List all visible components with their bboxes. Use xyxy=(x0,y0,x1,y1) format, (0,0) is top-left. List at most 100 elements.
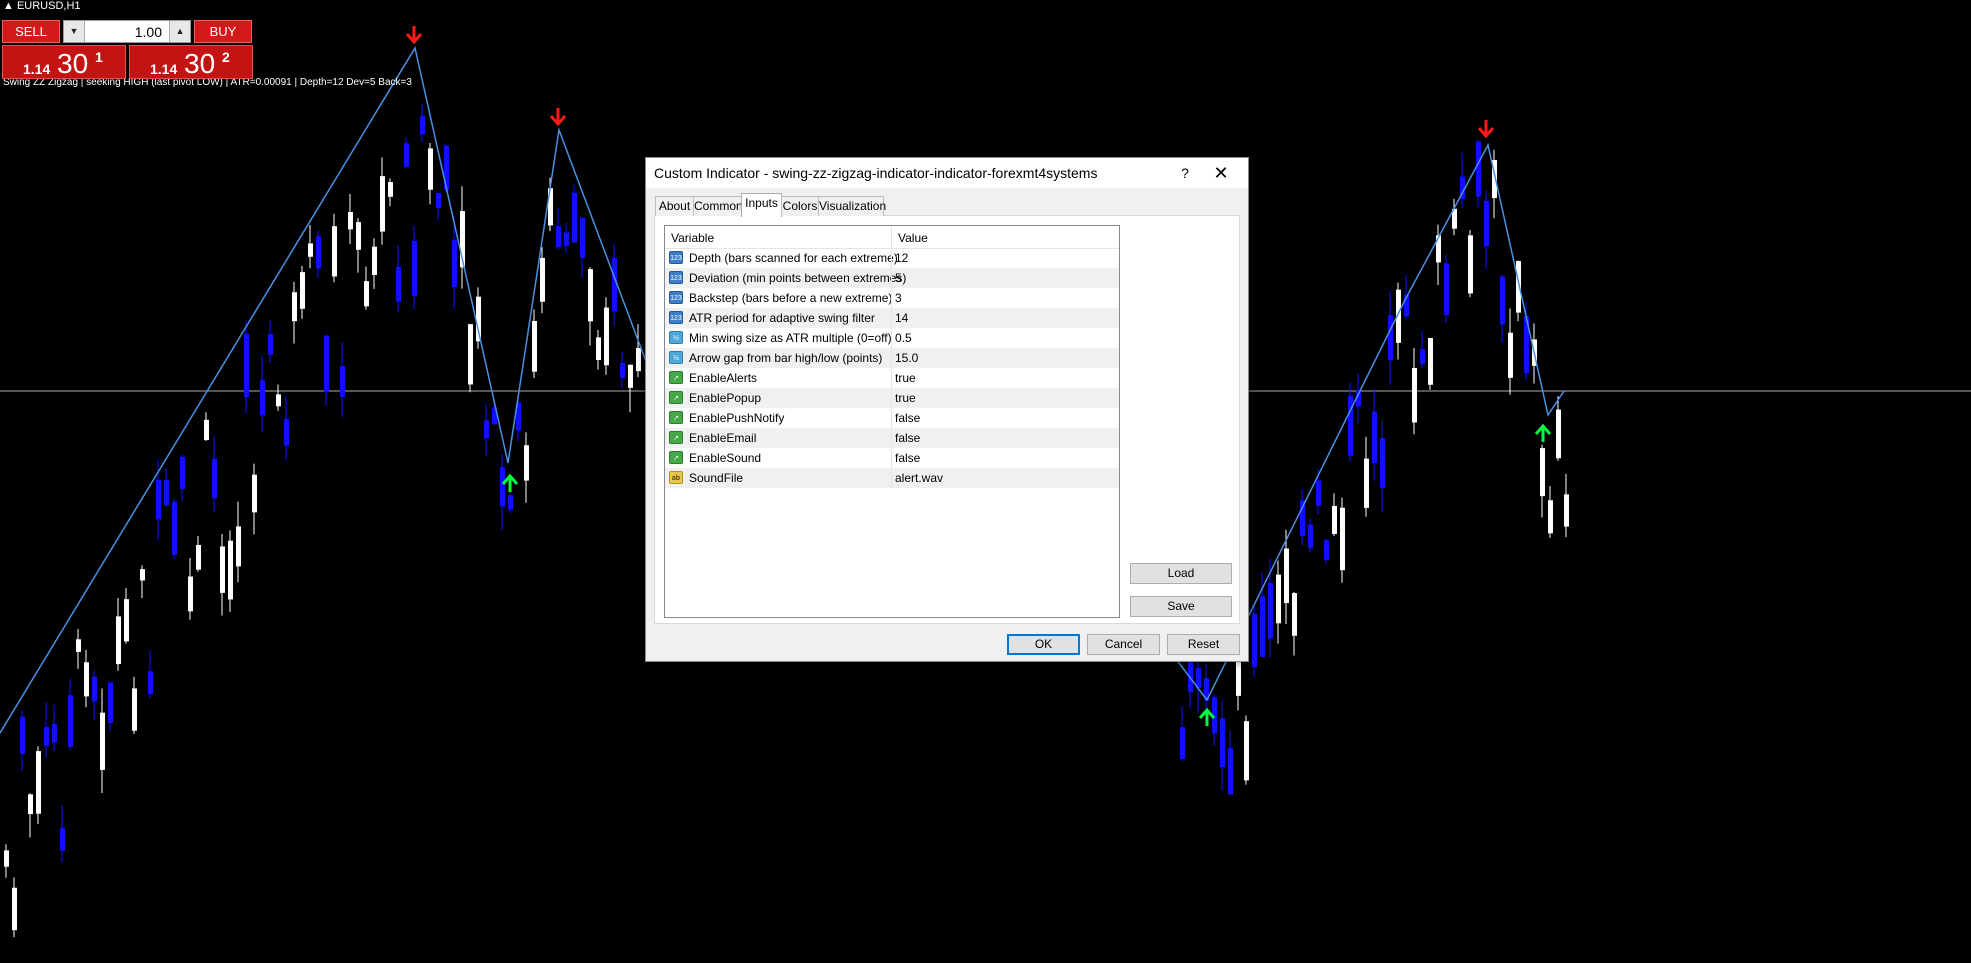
candle-body xyxy=(1540,448,1545,497)
close-icon[interactable]: ✕ xyxy=(1208,161,1234,185)
variable-value[interactable]: 14 xyxy=(895,311,908,325)
sell-price-button[interactable]: 1.14 30 1 xyxy=(2,45,126,79)
candle-body xyxy=(1348,395,1353,456)
table-row[interactable]: 123 ATR period for adaptive swing filter 1… xyxy=(665,308,1119,328)
bool-type-icon: ↗ xyxy=(669,431,683,444)
lot-increase-button[interactable]: ▲ xyxy=(169,21,190,42)
candle-body xyxy=(36,751,41,814)
ok-button[interactable]: OK xyxy=(1007,634,1080,655)
integer-type-icon: 123 xyxy=(669,291,683,304)
cancel-button[interactable]: Cancel xyxy=(1087,634,1160,655)
variable-value[interactable]: true xyxy=(895,371,916,385)
save-button[interactable]: Save xyxy=(1130,596,1232,617)
candle-body xyxy=(20,716,25,755)
tab-colors[interactable]: Colors xyxy=(781,196,819,216)
column-divider[interactable] xyxy=(891,226,892,248)
candle-body xyxy=(108,682,113,724)
candle-body xyxy=(180,457,185,490)
candle-body xyxy=(28,794,33,815)
dialog-titlebar[interactable]: Custom Indicator - swing-zz-zigzag-indic… xyxy=(646,158,1248,188)
candle-body xyxy=(1260,596,1265,657)
table-row[interactable]: ½ Min swing size as ATR multiple (0=off) 0… xyxy=(665,328,1119,348)
variable-value[interactable]: false xyxy=(895,411,920,425)
tab-about[interactable]: About xyxy=(655,196,694,216)
table-row[interactable]: ½ Arrow gap from bar high/low (points) 15.… xyxy=(665,348,1119,368)
variable-name: EnableEmail xyxy=(689,431,757,445)
variable-value[interactable]: 3 xyxy=(895,291,902,305)
candle-body xyxy=(1508,332,1513,378)
column-header-variable[interactable]: Variable xyxy=(671,231,714,245)
candle-body xyxy=(380,176,385,232)
candle-body xyxy=(1412,368,1417,423)
candle-body xyxy=(244,333,249,398)
table-row[interactable]: ↗ EnablePopup true xyxy=(665,388,1119,408)
candle-body xyxy=(12,887,17,931)
inputs-grid[interactable]: Variable Value 123 Depth (bars scanned fo… xyxy=(664,225,1120,618)
candle-body xyxy=(420,115,425,135)
variable-value[interactable]: true xyxy=(895,391,916,405)
candle-body xyxy=(1420,349,1425,365)
candle-body xyxy=(44,726,49,747)
variable-value[interactable]: 12 xyxy=(895,251,908,265)
table-row[interactable]: ab SoundFile alert.wav xyxy=(665,468,1119,488)
variable-value[interactable]: 0.5 xyxy=(895,331,912,345)
candle-body xyxy=(580,217,585,258)
candle-body xyxy=(1364,458,1369,508)
candle-body xyxy=(636,347,641,372)
variable-name: EnablePopup xyxy=(689,391,762,405)
row-divider xyxy=(891,368,892,388)
variable-value[interactable]: false xyxy=(895,451,920,465)
candle-body xyxy=(1548,500,1553,534)
dialog-title: Custom Indicator - swing-zz-zigzag-indic… xyxy=(654,165,1098,181)
variable-name: ATR period for adaptive swing filter xyxy=(689,311,875,325)
reset-button[interactable]: Reset xyxy=(1167,634,1240,655)
lot-decrease-button[interactable]: ▼ xyxy=(64,21,85,42)
candle-body xyxy=(164,480,169,506)
load-button[interactable]: Load xyxy=(1130,563,1232,584)
variable-value[interactable]: false xyxy=(895,431,920,445)
candle-body xyxy=(1276,574,1281,624)
candle-body xyxy=(116,616,121,665)
candle-body xyxy=(620,362,625,379)
candle-body xyxy=(236,526,241,567)
tab-common[interactable]: Common xyxy=(693,196,743,216)
symbol-text: EURUSD,H1 xyxy=(16,0,81,12)
table-row[interactable]: ↗ EnablePushNotify false xyxy=(665,408,1119,428)
table-row[interactable]: 123 Depth (bars scanned for each extreme)… xyxy=(665,248,1119,268)
string-type-icon: ab xyxy=(669,471,683,484)
candle-body xyxy=(132,688,137,731)
tab-inputs[interactable]: Inputs xyxy=(741,193,782,217)
candle-body xyxy=(204,419,209,441)
candle-body xyxy=(172,501,177,556)
bool-type-icon: ↗ xyxy=(669,451,683,464)
column-header-value[interactable]: Value xyxy=(898,231,928,245)
buy-button[interactable]: BUY xyxy=(194,20,252,43)
candle-body xyxy=(220,546,225,593)
variable-value[interactable]: alert.wav xyxy=(895,471,943,485)
candle-body xyxy=(468,324,473,385)
candle-body xyxy=(532,320,537,372)
table-row[interactable]: 123 Deviation (min points between extreme… xyxy=(665,268,1119,288)
candle-body xyxy=(1284,548,1289,604)
double-type-icon: ½ xyxy=(669,351,683,364)
sell-button[interactable]: SELL xyxy=(2,20,60,43)
candle-body xyxy=(1308,524,1313,549)
buy-price-button[interactable]: 1.14 30 2 xyxy=(129,45,253,79)
tab-visualization[interactable]: Visualization xyxy=(818,196,886,216)
candle-body xyxy=(1476,141,1481,197)
variable-value[interactable]: 5 xyxy=(895,271,902,285)
candle-body xyxy=(260,379,265,416)
table-row[interactable]: 123 Backstep (bars before a new extreme) 3 xyxy=(665,288,1119,308)
bool-type-icon: ↗ xyxy=(669,411,683,424)
candle-body xyxy=(524,445,529,481)
table-row[interactable]: ↗ EnableSound false xyxy=(665,448,1119,468)
table-row[interactable]: ↗ EnableAlerts true xyxy=(665,368,1119,388)
lot-size-input[interactable]: ▼ 1.00 ▲ xyxy=(63,20,191,43)
variable-value[interactable]: 15.0 xyxy=(895,351,918,365)
candle-body xyxy=(628,364,633,388)
help-button[interactable]: ? xyxy=(1174,162,1196,184)
candle-body xyxy=(1500,276,1505,325)
candle-body xyxy=(556,226,561,248)
candle-body xyxy=(332,226,337,277)
table-row[interactable]: ↗ EnableEmail false xyxy=(665,428,1119,448)
